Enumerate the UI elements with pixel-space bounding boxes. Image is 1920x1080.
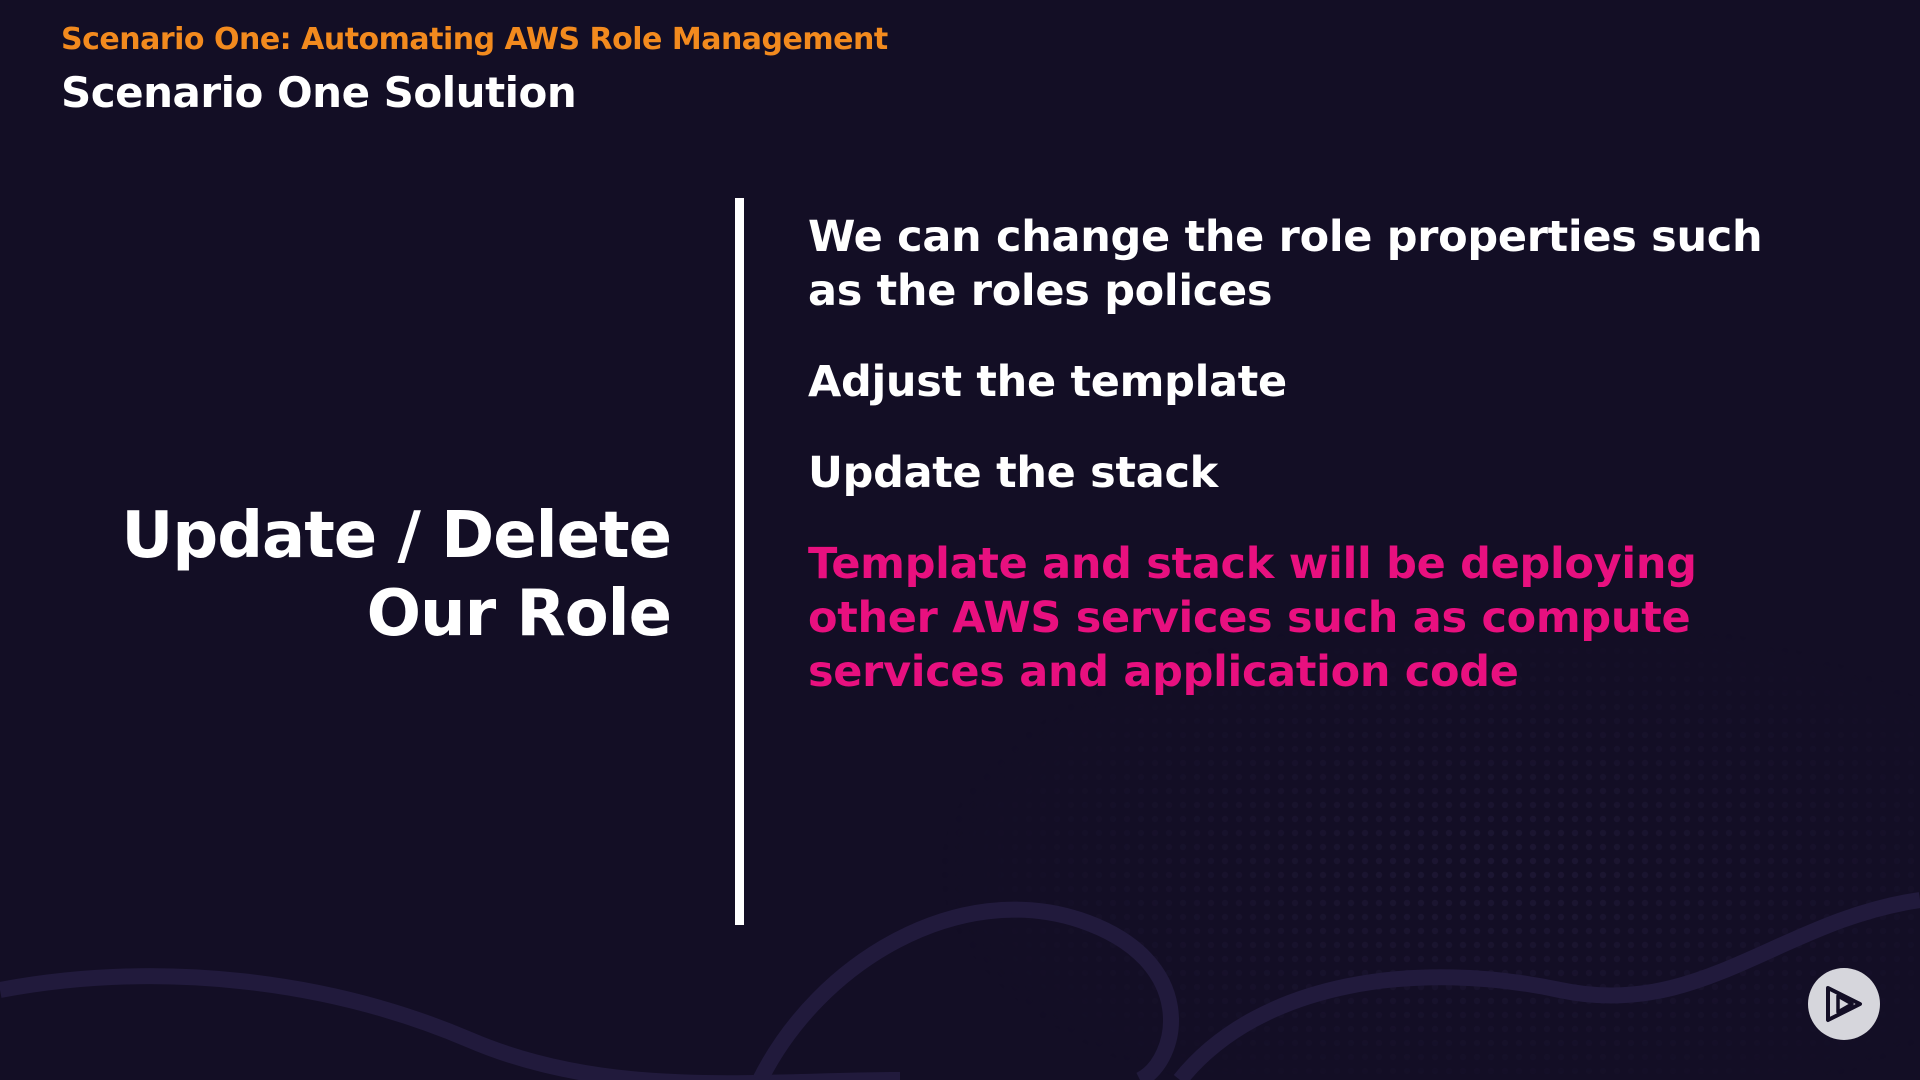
bullet-list: We can change the role properties such a…: [808, 210, 1808, 736]
bullet-item-highlight: Template and stack will be deploying oth…: [808, 539, 1697, 697]
bullet-item: Adjust the template: [808, 357, 1287, 407]
bullet-item: We can change the role properties such a…: [808, 212, 1763, 316]
section-eyebrow: Scenario One: Automating AWS Role Manage…: [61, 22, 888, 57]
play-icon: [1826, 986, 1862, 1022]
play-button[interactable]: [1808, 968, 1880, 1040]
section-heading: Update / Delete Our Role: [100, 497, 672, 653]
slide: Scenario One: Automating AWS Role Manage…: [0, 0, 1920, 1080]
section-heading-line-2: Our Role: [366, 577, 672, 651]
bullet-item: Update the stack: [808, 448, 1218, 498]
section-heading-line-1: Update / Delete: [121, 499, 672, 573]
slide-title: Scenario One Solution: [61, 68, 577, 117]
vertical-divider: [735, 198, 744, 925]
